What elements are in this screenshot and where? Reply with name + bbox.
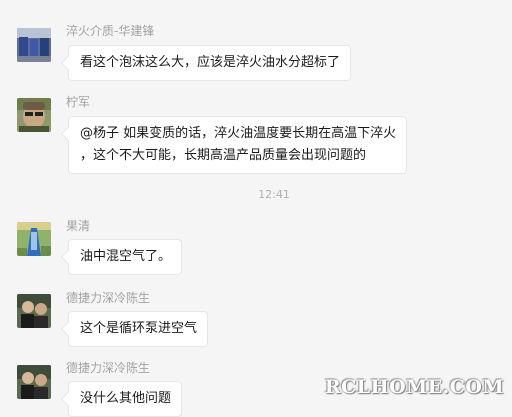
avatar[interactable] xyxy=(17,294,51,328)
avatar-blue-machine-icon xyxy=(17,28,51,62)
message-bubble[interactable]: 看这个泡沫这么大，应该是淬火油水分超标了 xyxy=(68,45,352,81)
sender-name: 德捷力深冷陈生 xyxy=(66,361,151,375)
avatar-two-people-icon xyxy=(17,365,51,399)
avatar[interactable] xyxy=(17,98,51,132)
message-text: 油中混空气了。 xyxy=(80,249,172,264)
message-text: 没什么其他问题 xyxy=(80,391,172,406)
sender-name: 淬火介质-华建锋 xyxy=(66,24,155,38)
message-text: 这个是循环泵进空气 xyxy=(80,321,198,336)
sender-name: 柠军 xyxy=(66,95,91,109)
sender-name: 果清 xyxy=(66,219,91,233)
avatar[interactable] xyxy=(17,28,51,62)
message-bubble[interactable]: 油中混空气了。 xyxy=(68,239,183,275)
timestamp: 12:41 xyxy=(258,188,290,201)
avatar[interactable] xyxy=(17,365,51,399)
sender-name: 德捷力深冷陈生 xyxy=(66,291,151,305)
avatar-person-sunglasses-icon xyxy=(17,98,51,132)
avatar[interactable] xyxy=(17,222,51,256)
avatar-two-people-icon xyxy=(17,294,51,328)
message-bubble[interactable]: 这个是循环泵进空气 xyxy=(68,311,209,347)
message-text-line: ，这个不大可能，长期高温产品质量会出现问题的 xyxy=(80,148,367,163)
message-text-line: @杨子 如果变质的话，淬火油温度要长期在高温下淬火 xyxy=(80,126,397,141)
message-text: 看这个泡沫这么大，应该是淬火油水分超标了 xyxy=(80,55,341,70)
watermark: RCLHOME.COM xyxy=(324,376,504,398)
avatar-machine-blue-icon xyxy=(17,222,51,256)
message-bubble[interactable]: @杨子 如果变质的话，淬火油温度要长期在高温下淬火 ，这个不大可能，长期高温产品… xyxy=(68,116,408,174)
